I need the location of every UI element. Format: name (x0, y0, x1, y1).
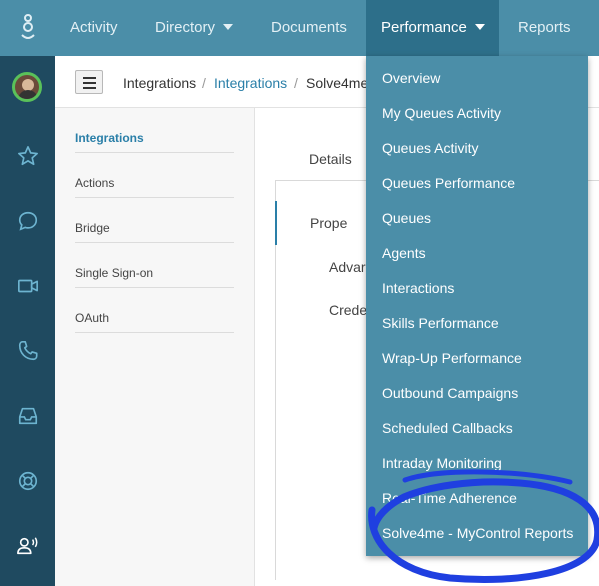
chevron-down-icon (223, 24, 234, 31)
vtab-advanced[interactable]: Advar (329, 259, 366, 275)
menu-item-wrap-up-performance[interactable]: Wrap-Up Performance (382, 341, 522, 376)
support-ring-icon[interactable] (13, 466, 43, 496)
genesys-logo-icon[interactable] (0, 0, 55, 56)
icon-rail (0, 0, 55, 586)
menu-item-queues-activity[interactable]: Queues Activity (382, 131, 479, 166)
nav-reports-label: Reports (518, 19, 571, 36)
submenu-item-label: OAuth (75, 311, 110, 325)
submenu-item-label: Bridge (75, 221, 110, 235)
app-window: Activity Directory Documents Performance… (0, 0, 599, 586)
nav-directory[interactable]: Directory (155, 0, 234, 56)
breadcrumb-current: Solve4me (306, 75, 369, 91)
breadcrumb-separator: / (294, 75, 298, 91)
chat-bubble-icon[interactable] (13, 206, 43, 236)
submenu-item-label: Actions (75, 176, 115, 190)
nav-directory-label: Directory (155, 19, 216, 36)
vtab-credentials[interactable]: Crede (329, 302, 367, 318)
menu-item-intraday-monitoring[interactable]: Intraday Monitoring (382, 446, 502, 481)
menu-item-scheduled-callbacks[interactable]: Scheduled Callbacks (382, 411, 513, 446)
submenu-item-single-sign-on[interactable]: Single Sign-on (75, 243, 234, 288)
nav-activity[interactable]: Activity (70, 0, 118, 56)
avatar[interactable] (12, 72, 42, 102)
menu-item-real-time-adherence[interactable]: Real-Time Adherence (382, 481, 517, 516)
user-voice-icon[interactable] (13, 531, 43, 561)
breadcrumb-integrations-link[interactable]: Integrations (214, 75, 287, 91)
breadcrumb-separator: / (202, 75, 206, 91)
submenu-item-integrations[interactable]: Integrations (75, 108, 234, 153)
menu-item-my-queues-activity[interactable]: My Queues Activity (382, 96, 501, 131)
menu-item-queues[interactable]: Queues (382, 201, 431, 236)
nav-reports[interactable]: Reports (518, 0, 571, 56)
hamburger-menu-button[interactable] (75, 70, 103, 94)
menu-item-outbound-campaigns[interactable]: Outbound Campaigns (382, 376, 518, 411)
top-nav: Activity Directory Documents Performance… (55, 0, 599, 56)
nav-documents-label: Documents (271, 19, 347, 36)
star-icon[interactable] (13, 141, 43, 171)
menu-item-overview[interactable]: Overview (382, 61, 440, 96)
chevron-down-icon (474, 24, 485, 31)
menu-item-solve4me-mycontrol-reports[interactable]: Solve4me - MyControl Reports (382, 516, 573, 551)
menu-item-agents[interactable]: Agents (382, 236, 426, 271)
submenu-item-label: Integrations (75, 131, 144, 145)
nav-documents[interactable]: Documents (271, 0, 347, 56)
nav-performance[interactable]: Performance (366, 0, 499, 56)
menu-item-skills-performance[interactable]: Skills Performance (382, 306, 499, 341)
submenu-item-actions[interactable]: Actions (75, 153, 234, 198)
phone-icon[interactable] (13, 336, 43, 366)
tab-details[interactable]: Details (309, 151, 352, 167)
submenu-item-oauth[interactable]: OAuth (75, 288, 234, 333)
inbox-icon[interactable] (13, 401, 43, 431)
nav-activity-label: Activity (70, 19, 118, 36)
menu-item-queues-performance[interactable]: Queues Performance (382, 166, 515, 201)
integrations-submenu: Integrations Actions Bridge Single Sign-… (55, 108, 255, 586)
menu-item-interactions[interactable]: Interactions (382, 271, 454, 306)
nav-performance-label: Performance (381, 19, 467, 36)
submenu-item-bridge[interactable]: Bridge (75, 198, 234, 243)
video-icon[interactable] (13, 271, 43, 301)
vtab-properties[interactable]: Prope (275, 201, 375, 245)
breadcrumb-integrations-root: Integrations (123, 75, 197, 91)
submenu-item-label: Single Sign-on (75, 266, 154, 280)
performance-dropdown-menu: Overview My Queues Activity Queues Activ… (366, 56, 588, 556)
